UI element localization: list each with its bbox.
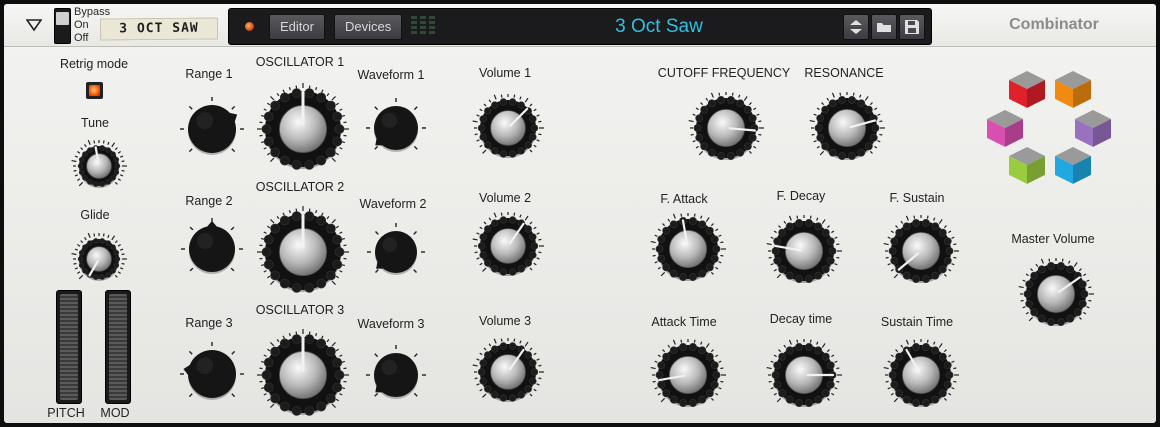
save-disk-icon bbox=[905, 20, 919, 34]
oscillator-3-knob[interactable] bbox=[251, 323, 355, 423]
device-header: Bypass On Off 3 OCT SAW Editor Devices 3… bbox=[4, 4, 1156, 47]
sustain-time-knob[interactable] bbox=[881, 335, 961, 415]
attack-time-knob[interactable] bbox=[648, 335, 728, 415]
waveform-2-knob[interactable] bbox=[365, 221, 427, 283]
oscillator-3-title: OSCILLATOR 3 bbox=[255, 303, 345, 317]
purple-cube-icon bbox=[1075, 110, 1111, 147]
retrig-mode-button[interactable] bbox=[86, 82, 103, 99]
oscillator-1-title: OSCILLATOR 1 bbox=[255, 55, 345, 69]
patch-name-display: 3 Oct Saw bbox=[615, 16, 703, 37]
f-sustain-knob[interactable] bbox=[881, 211, 961, 291]
cutoff-frequency-label: CUTOFF FREQUENCY bbox=[657, 66, 791, 80]
patch-name-tape: 3 OCT SAW bbox=[99, 17, 219, 41]
off-label: Off bbox=[74, 32, 89, 44]
led-indicator-icon bbox=[245, 22, 254, 31]
browse-patch-button[interactable] bbox=[871, 14, 897, 40]
editor-button[interactable]: Editor bbox=[269, 14, 325, 40]
oscillator-1-knob[interactable] bbox=[251, 77, 355, 181]
mod-wheel-grip bbox=[109, 294, 127, 400]
retrig-led-icon bbox=[89, 85, 100, 96]
bypass-label: Bypass bbox=[74, 6, 111, 18]
volume-3-label: Volume 3 bbox=[478, 314, 532, 328]
level-meter-icon bbox=[411, 16, 435, 34]
blue-cube-icon bbox=[1055, 147, 1091, 184]
pitch-wheel[interactable] bbox=[56, 290, 82, 404]
cutoff-frequency-knob[interactable] bbox=[686, 88, 766, 168]
device-type-label: Combinator bbox=[1009, 16, 1099, 33]
bypass-switch[interactable] bbox=[54, 8, 71, 44]
tune-knob[interactable] bbox=[69, 136, 129, 196]
sustain-time-label: Sustain Time bbox=[880, 315, 954, 329]
resonance-label: RESONANCE bbox=[804, 66, 884, 80]
volume-2-knob[interactable] bbox=[470, 208, 546, 284]
waveform-3-knob[interactable] bbox=[364, 343, 428, 407]
glide-label: Glide bbox=[80, 208, 110, 222]
pink-cube-icon bbox=[987, 110, 1023, 147]
range-3-knob[interactable] bbox=[178, 340, 246, 408]
f-attack-knob[interactable] bbox=[648, 209, 728, 289]
f-decay-knob[interactable] bbox=[764, 211, 844, 291]
oscillator-2-title: OSCILLATOR 2 bbox=[255, 180, 345, 194]
green-cube-icon bbox=[1009, 147, 1045, 184]
range-1-knob[interactable] bbox=[178, 95, 246, 163]
folder-icon bbox=[877, 23, 891, 32]
f-attack-label: F. Attack bbox=[660, 192, 708, 206]
range-1-label: Range 1 bbox=[185, 67, 233, 81]
range-2-knob[interactable] bbox=[179, 216, 245, 282]
attack-time-label: Attack Time bbox=[651, 315, 717, 329]
waveform-2-label: Waveform 2 bbox=[359, 197, 427, 211]
orange-cube-icon bbox=[1055, 71, 1091, 108]
f-sustain-label: F. Sustain bbox=[889, 191, 945, 205]
volume-2-label: Volume 2 bbox=[478, 191, 532, 205]
decay-time-knob[interactable] bbox=[764, 335, 844, 415]
range-3-label: Range 3 bbox=[185, 316, 233, 330]
master-volume-label: Master Volume bbox=[1011, 232, 1095, 246]
bypass-switch-handle bbox=[56, 12, 69, 25]
pitch-wheel-grip bbox=[60, 294, 78, 400]
glide-knob[interactable] bbox=[69, 229, 129, 289]
up-down-arrows-icon bbox=[850, 20, 862, 34]
oscillator-2-knob[interactable] bbox=[251, 200, 355, 304]
waveform-1-knob[interactable] bbox=[364, 96, 428, 160]
pitch-label: PITCH bbox=[47, 406, 85, 420]
volume-1-label: Volume 1 bbox=[478, 66, 532, 80]
volume-1-knob[interactable] bbox=[470, 90, 546, 166]
waveform-3-label: Waveform 3 bbox=[357, 317, 425, 331]
master-volume-knob[interactable] bbox=[1016, 254, 1096, 334]
waveform-1-label: Waveform 1 bbox=[357, 68, 425, 82]
volume-3-knob[interactable] bbox=[470, 334, 546, 410]
patch-browser-display: Editor Devices 3 Oct Saw bbox=[228, 8, 932, 45]
retrig-mode-label: Retrig mode bbox=[59, 57, 129, 71]
red-cube-icon bbox=[1009, 71, 1045, 108]
device-frame: Bypass On Off 3 OCT SAW Editor Devices 3… bbox=[0, 0, 1160, 427]
devices-button[interactable]: Devices bbox=[334, 14, 403, 40]
patch-select-arrows[interactable] bbox=[843, 14, 869, 40]
combinator-cubes-logo-icon bbox=[987, 71, 1111, 184]
resonance-knob[interactable] bbox=[807, 88, 887, 168]
mod-label: MOD bbox=[100, 406, 130, 420]
range-2-label: Range 2 bbox=[185, 194, 233, 208]
combinator-panel: Bypass On Off 3 OCT SAW Editor Devices 3… bbox=[4, 4, 1156, 423]
save-patch-button[interactable] bbox=[899, 14, 925, 40]
tune-label: Tune bbox=[80, 116, 110, 130]
fold-triangle-icon[interactable] bbox=[26, 18, 42, 32]
f-decay-label: F. Decay bbox=[776, 189, 826, 203]
mod-wheel[interactable] bbox=[105, 290, 131, 404]
decay-time-label: Decay time bbox=[769, 312, 833, 326]
on-label: On bbox=[74, 19, 89, 31]
